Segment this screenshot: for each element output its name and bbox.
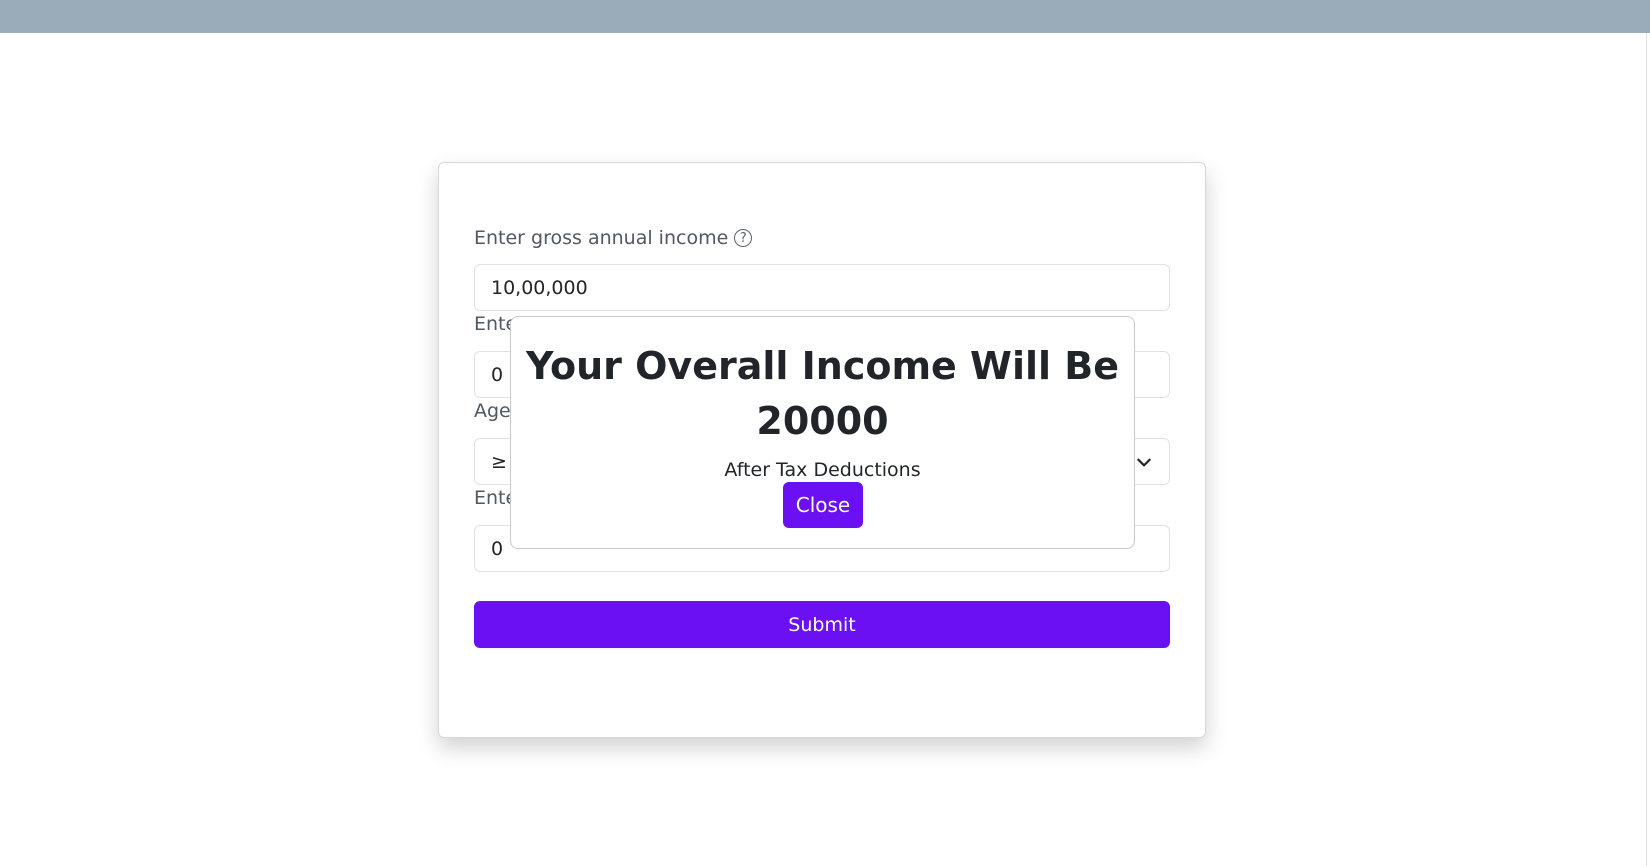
- age-label-text: Age: [474, 400, 511, 422]
- gross-income-input[interactable]: 10,00,000: [474, 264, 1170, 311]
- chevron-down-icon: [1137, 458, 1151, 466]
- question-circle-icon[interactable]: ?: [734, 229, 753, 247]
- income-label: Enter gross annual income ?: [474, 227, 753, 249]
- modal-subtext: After Tax Deductions: [724, 459, 921, 481]
- close-button[interactable]: Close: [783, 482, 863, 528]
- modal-heading: Your Overall Income Will Be 20000: [525, 344, 1120, 443]
- gross-income-value: 10,00,000: [491, 276, 588, 299]
- scrollbar-edge: [1646, 33, 1647, 866]
- age-select-value: ≥: [491, 450, 507, 473]
- result-modal: Your Overall Income Will Be 20000 After …: [510, 316, 1135, 549]
- field2-value: 0: [491, 363, 504, 386]
- income-label-text: Enter gross annual income: [474, 227, 729, 249]
- top-bar: [0, 0, 1650, 33]
- age-label: Age: [474, 400, 511, 422]
- field4-value: 0: [491, 537, 504, 560]
- submit-button[interactable]: Submit: [474, 601, 1170, 648]
